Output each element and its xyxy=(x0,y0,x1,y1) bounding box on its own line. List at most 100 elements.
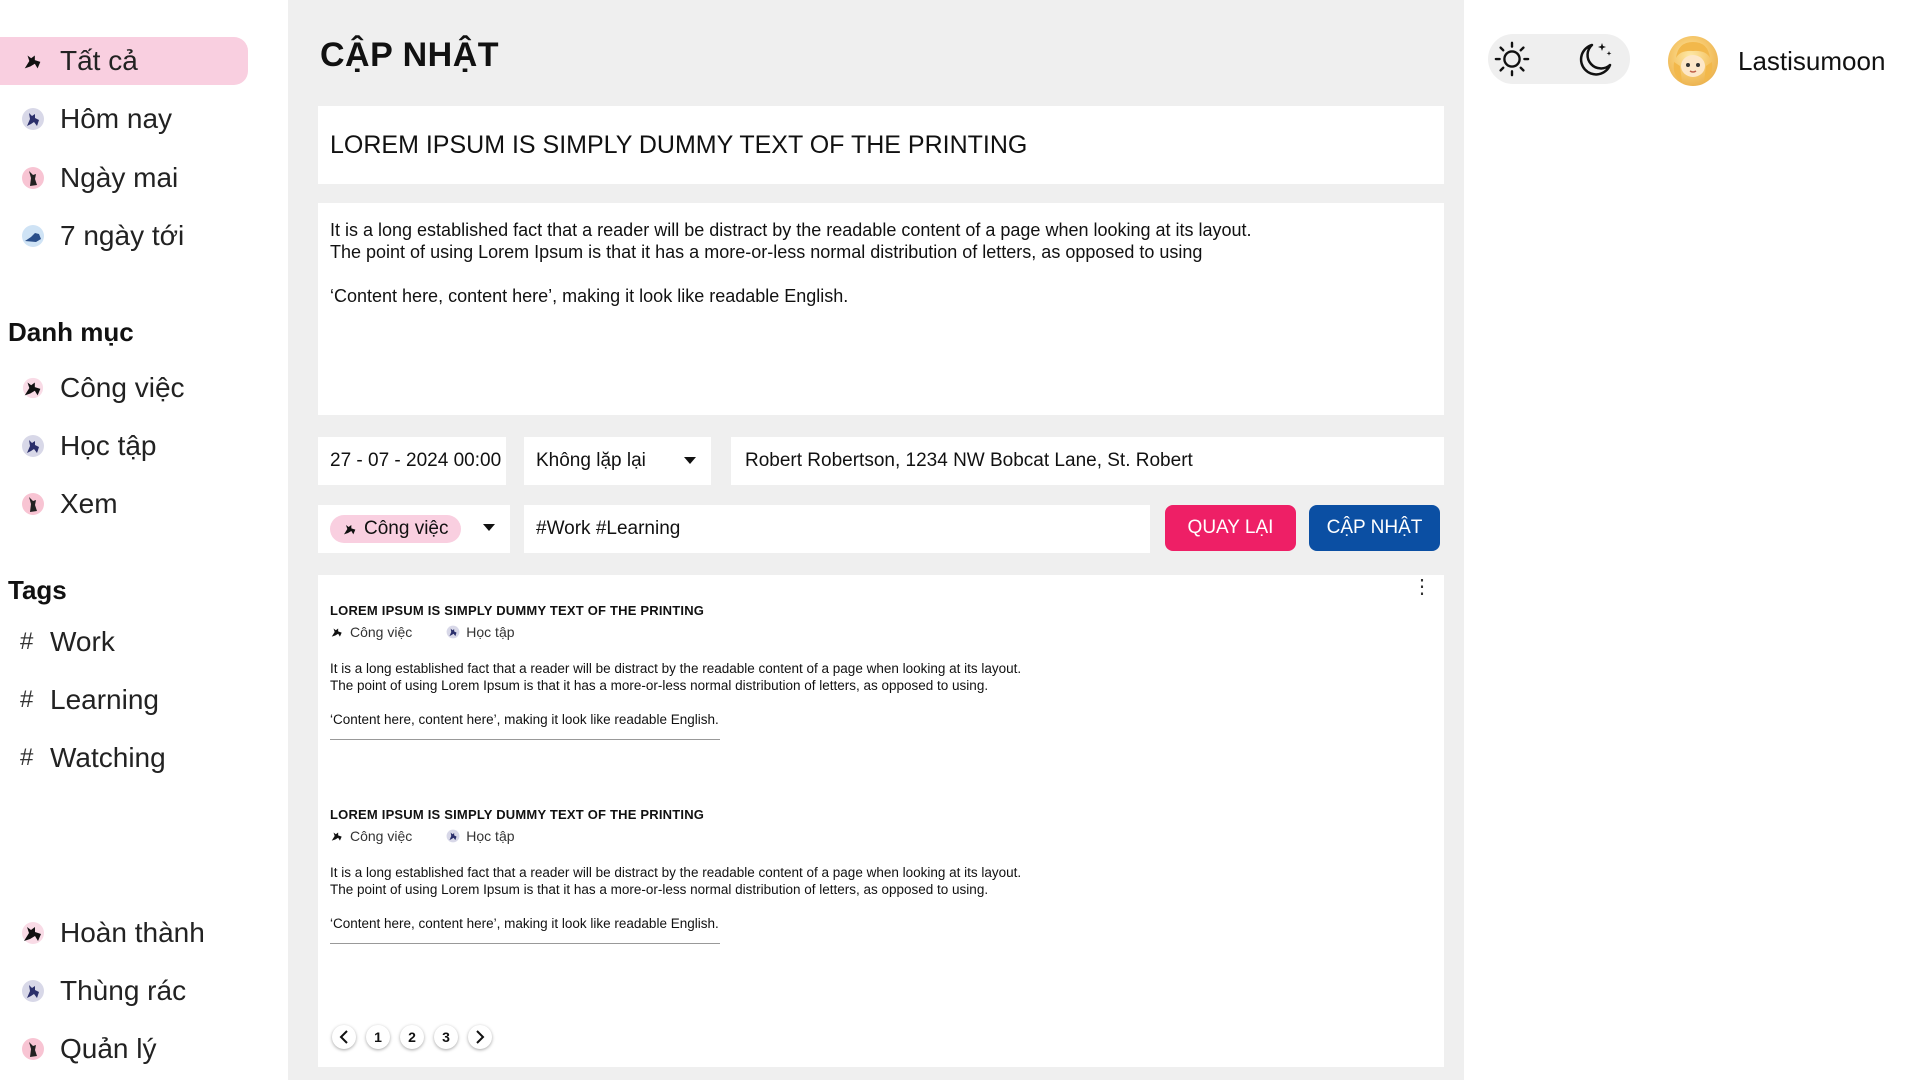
sidebar-item-trash[interactable]: Thùng rác xyxy=(0,967,186,1015)
pagination: 1 2 3 xyxy=(332,1025,502,1049)
sidebar-item-label: Học tập xyxy=(60,430,157,461)
update-button[interactable]: CẬP NHẬT xyxy=(1309,505,1440,551)
category-chip: Công việc xyxy=(330,515,461,543)
cat-icon xyxy=(446,625,460,639)
chevron-left-icon[interactable] xyxy=(332,1025,356,1049)
list-item[interactable]: LOREM IPSUM IS SIMPLY DUMMY TEXT OF THE … xyxy=(330,603,1150,740)
divider xyxy=(330,943,720,944)
tag-learning[interactable]: # Learning xyxy=(20,680,159,720)
back-button[interactable]: QUAY LẠI xyxy=(1165,505,1296,551)
category-tag: Công việc xyxy=(330,624,412,640)
sidebar-item-label: Hôm nay xyxy=(60,103,173,134)
username: Lastisumoon xyxy=(1738,45,1886,76)
cat-icon xyxy=(330,625,344,639)
sidebar: Tất cả Hôm nay Ngày mai 7 ngày tới Danh … xyxy=(0,0,288,1080)
sidebar-item-work[interactable]: Công việc xyxy=(0,364,185,412)
page-2-button[interactable]: 2 xyxy=(400,1025,424,1049)
caret-down-icon xyxy=(683,450,697,472)
category-tag-label: Học tập xyxy=(466,828,515,844)
page-3-button[interactable]: 3 xyxy=(434,1025,458,1049)
sidebar-item-today[interactable]: Hôm nay xyxy=(0,95,172,143)
sidebar-item-label: Ngày mai xyxy=(60,162,179,193)
tag-label: Watching xyxy=(50,742,166,773)
sidebar-item-label: 7 ngày tới xyxy=(60,220,185,251)
list-item-title: LOREM IPSUM IS SIMPLY DUMMY TEXT OF THE … xyxy=(330,807,705,822)
sidebar-item-label: Quản lý xyxy=(60,1033,157,1064)
user-menu[interactable]: Lastisumoon xyxy=(1668,36,1885,86)
tag-work[interactable]: # Work xyxy=(20,622,115,662)
list-item-text: The point of using Lorem Ipsum is that i… xyxy=(330,678,989,693)
kebab-menu-icon[interactable]: ⋮ xyxy=(1412,577,1432,597)
list-item-title: LOREM IPSUM IS SIMPLY DUMMY TEXT OF THE … xyxy=(330,603,705,618)
tags-heading: Tags xyxy=(8,575,67,605)
category-tag: Học tập xyxy=(446,624,515,640)
description-line: The point of using Lorem Ipsum is that i… xyxy=(330,242,1203,262)
list-item-text: ‘Content here, content here’, making it … xyxy=(330,916,719,931)
tag-label: Work xyxy=(50,626,115,657)
cat-icon xyxy=(18,489,48,519)
sidebar-item-label: Tất cả xyxy=(60,45,138,76)
category-tag-label: Học tập xyxy=(466,624,515,640)
hash-icon: # xyxy=(20,628,34,655)
cat-icon xyxy=(18,976,48,1006)
sidebar-item-label: Công việc xyxy=(60,372,185,403)
category-select[interactable]: Công việc xyxy=(318,505,510,553)
repeat-value: Không lặp lại xyxy=(536,450,646,471)
cat-icon xyxy=(18,163,48,193)
divider xyxy=(330,739,720,740)
category-value: Công việc xyxy=(364,518,449,539)
sun-icon[interactable] xyxy=(1492,40,1532,78)
list-item-text: It is a long established fact that a rea… xyxy=(330,865,1022,880)
cat-icon xyxy=(446,829,460,843)
cat-icon xyxy=(342,521,358,537)
cat-icon xyxy=(330,829,344,843)
caret-down-icon xyxy=(482,520,496,538)
sidebar-item-watch[interactable]: Xem xyxy=(0,480,118,528)
cat-icon xyxy=(18,431,48,461)
cat-icon xyxy=(18,1034,48,1064)
sidebar-item-tomorrow[interactable]: Ngày mai xyxy=(0,154,178,202)
sidebar-item-completed[interactable]: Hoàn thành xyxy=(0,909,205,957)
page-1-button[interactable]: 1 xyxy=(366,1025,390,1049)
list-item-text: ‘Content here, content here’, making it … xyxy=(330,712,719,727)
list-item-text: It is a long established fact that a rea… xyxy=(330,661,1022,676)
page-title: CẬP NHẬT xyxy=(320,36,500,74)
avatar xyxy=(1668,36,1718,86)
main-panel: CẬP NHẬT LOREM IPSUM IS SIMPLY DUMMY TEX… xyxy=(288,0,1464,1080)
category-tag: Công việc xyxy=(330,828,412,844)
sidebar-item-all[interactable]: Tất cả xyxy=(0,37,248,85)
moon-icon[interactable] xyxy=(1576,40,1616,78)
category-tag-label: Công việc xyxy=(350,624,413,640)
hash-icon: # xyxy=(20,686,34,713)
date-time-field[interactable]: 27 - 07 - 2024 00:00 xyxy=(318,437,506,485)
cat-icon xyxy=(18,373,48,403)
task-title-input[interactable]: LOREM IPSUM IS SIMPLY DUMMY TEXT OF THE … xyxy=(318,106,1444,184)
hash-icon: # xyxy=(20,744,34,771)
cat-icon xyxy=(18,918,48,948)
list-item-text: The point of using Lorem Ipsum is that i… xyxy=(330,882,989,897)
cat-icon xyxy=(18,104,48,134)
cat-icon xyxy=(18,46,48,76)
theme-toggle xyxy=(1488,34,1630,84)
tag-watching[interactable]: # Watching xyxy=(20,738,166,778)
sidebar-item-label: Xem xyxy=(60,488,118,519)
sidebar-item-manage[interactable]: Quản lý xyxy=(0,1025,157,1073)
tags-input[interactable]: #Work #Learning xyxy=(524,505,1150,553)
sidebar-item-label: Thùng rác xyxy=(60,975,187,1006)
repeat-select[interactable]: Không lặp lại xyxy=(524,437,711,485)
category-tag-label: Công việc xyxy=(350,828,413,844)
task-list-panel: ⋮ LOREM IPSUM IS SIMPLY DUMMY TEXT OF TH… xyxy=(318,575,1444,1067)
description-line: ‘Content here, content here’, making it … xyxy=(330,286,849,306)
category-tag: Học tập xyxy=(446,828,515,844)
categories-heading: Danh mục xyxy=(8,317,134,347)
tag-label: Learning xyxy=(50,684,159,715)
task-description-textarea[interactable]: It is a long established fact that a rea… xyxy=(318,203,1444,415)
sidebar-item-label: Hoàn thành xyxy=(60,917,205,948)
chevron-right-icon[interactable] xyxy=(468,1025,492,1049)
sidebar-item-study[interactable]: Học tập xyxy=(0,422,157,470)
list-item[interactable]: LOREM IPSUM IS SIMPLY DUMMY TEXT OF THE … xyxy=(330,807,1150,944)
cat-icon xyxy=(18,221,48,251)
sidebar-item-next-7-days[interactable]: 7 ngày tới xyxy=(0,212,184,260)
address-field[interactable]: Robert Robertson, 1234 NW Bobcat Lane, S… xyxy=(731,437,1444,485)
description-line: It is a long established fact that a rea… xyxy=(330,220,1252,240)
